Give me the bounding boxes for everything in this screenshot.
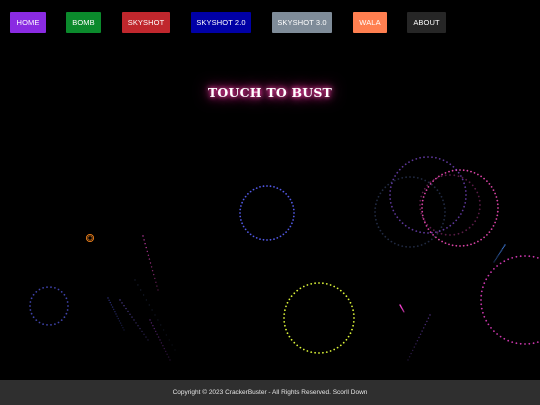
fireworks-page[interactable]: HOME BOMB SKYSHOT SKYSHOT 2.0 SKYSHOT 3.… <box>0 0 540 405</box>
spark-trail <box>399 304 405 313</box>
firework-burst <box>389 156 467 234</box>
rocket-spark <box>85 233 95 243</box>
spark-trail <box>407 314 431 361</box>
firework-burst <box>374 176 446 248</box>
firework-burst <box>239 185 295 241</box>
nav-skyshot-3-button[interactable]: SKYSHOT 3.0 <box>272 12 332 33</box>
nav-skyshot-2-button[interactable]: SKYSHOT 2.0 <box>191 12 251 33</box>
spark-trail <box>134 279 176 351</box>
spark-trail <box>142 235 159 291</box>
footer: Copyright © 2023 CrackerBuster - All Rig… <box>0 380 540 405</box>
firework-burst <box>419 174 481 236</box>
spark-trail <box>119 299 149 341</box>
nav-home-button[interactable]: HOME <box>10 12 46 33</box>
fireworks-canvas[interactable] <box>0 0 540 380</box>
spark-trail <box>493 244 506 263</box>
footer-copyright: Copyright © 2023 CrackerBuster - All Rig… <box>172 389 368 396</box>
nav-skyshot-button[interactable]: SKYSHOT <box>122 12 170 33</box>
nav-bomb-button[interactable]: BOMB <box>66 12 101 33</box>
firework-burst <box>480 255 539 345</box>
spark-trail <box>149 319 171 361</box>
firework-burst <box>29 286 69 326</box>
firework-burst <box>283 282 355 354</box>
firework-burst <box>421 169 499 247</box>
touch-to-bust-heading: TOUCH TO BUST <box>207 85 333 100</box>
nav-about-button[interactable]: ABOUT <box>407 12 446 33</box>
nav-wala-button[interactable]: WALA <box>353 12 387 33</box>
